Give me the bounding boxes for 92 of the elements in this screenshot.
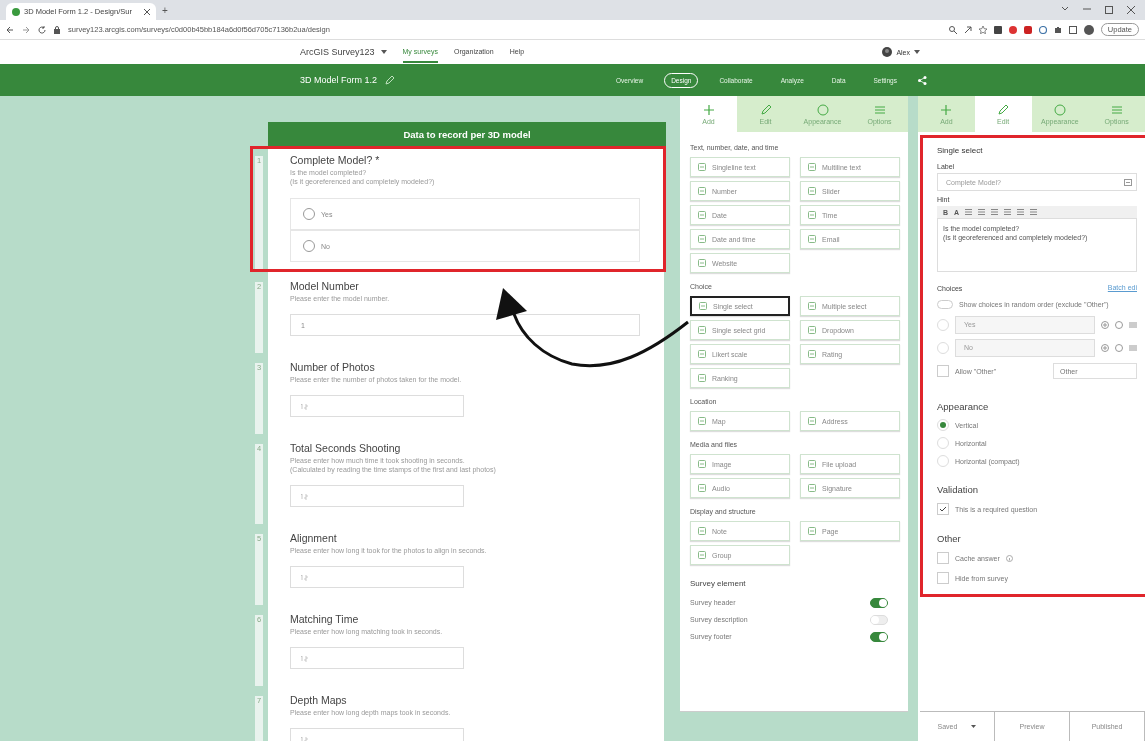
- square-icon: [698, 235, 706, 243]
- close-icon[interactable]: [144, 8, 150, 15]
- square-icon: [808, 302, 816, 310]
- circle-icon[interactable]: [1115, 343, 1123, 352]
- input-field[interactable]: [290, 395, 464, 417]
- square-icon: [698, 374, 706, 382]
- reload-icon[interactable]: [38, 25, 46, 34]
- square-icon: [698, 484, 706, 492]
- square-icon: [808, 326, 816, 334]
- circle-icon[interactable]: [1115, 320, 1123, 329]
- square-icon: [808, 527, 816, 535]
- back-icon[interactable]: [6, 25, 14, 34]
- square-icon: [698, 211, 706, 219]
- add-circle-icon[interactable]: [1101, 343, 1109, 352]
- circle-icon: [1053, 103, 1066, 116]
- square-icon: [698, 551, 706, 559]
- question-label: Alignment: [290, 532, 338, 544]
- toggle-switch[interactable]: [870, 597, 888, 608]
- square-icon: [698, 163, 706, 171]
- caret-icon: [971, 725, 977, 728]
- add-circle-icon[interactable]: [1101, 320, 1109, 329]
- maximize-icon[interactable]: [1105, 6, 1113, 14]
- section-title: Appearance: [937, 401, 990, 412]
- section-title: Survey element: [690, 579, 747, 588]
- square-icon: [808, 350, 816, 358]
- avatar-icon[interactable]: [1083, 24, 1094, 35]
- number-icon: [301, 654, 311, 662]
- list-icon[interactable]: [978, 209, 986, 215]
- plus-icon: [940, 103, 953, 116]
- square-icon: [698, 259, 706, 267]
- close-icon[interactable]: [1127, 6, 1135, 14]
- square-icon: [808, 187, 816, 195]
- share-icon[interactable]: [963, 25, 972, 34]
- question-label: Total Seconds Shooting: [290, 442, 402, 454]
- question-label: Number of Photos: [290, 361, 376, 373]
- section-title: Validation: [937, 484, 980, 495]
- input-field[interactable]: [290, 485, 464, 507]
- square-icon: [808, 211, 816, 219]
- square-icon: [698, 350, 706, 358]
- caret-icon: [380, 50, 387, 54]
- form-header: Data to record per 3D model: [268, 122, 666, 146]
- number-icon: [301, 735, 311, 741]
- pencil-icon: [759, 103, 772, 116]
- panel-title: Single select: [937, 146, 984, 155]
- minimize-icon[interactable]: [1083, 6, 1091, 12]
- square-icon: [808, 235, 816, 243]
- sliders-icon: [1110, 103, 1123, 116]
- number-icon: [301, 573, 311, 581]
- chevron-down-icon[interactable]: [1061, 6, 1069, 12]
- drag-handle-icon[interactable]: [1129, 320, 1137, 329]
- checkbox[interactable]: [937, 572, 949, 584]
- question-label: Complete Model? *: [290, 154, 381, 166]
- question-label: Depth Maps: [290, 694, 348, 706]
- square-icon: [808, 417, 816, 425]
- checkbox[interactable]: [937, 503, 949, 515]
- star-icon[interactable]: [978, 25, 987, 34]
- square-icon: [698, 417, 706, 425]
- question-label: Model Number: [290, 280, 360, 292]
- caret-icon: [914, 50, 920, 54]
- checkbox[interactable]: [937, 365, 949, 377]
- square-icon: [808, 460, 816, 468]
- checkmark-icon: [938, 504, 948, 514]
- info-icon[interactable]: [1005, 554, 1013, 562]
- circle-icon: [816, 103, 829, 116]
- new-tab-button[interactable]: +: [162, 4, 168, 16]
- square-icon: [808, 163, 816, 171]
- checkbox[interactable]: [937, 552, 949, 564]
- avatar-icon: [882, 47, 893, 57]
- list-icon[interactable]: [965, 209, 973, 215]
- pencil-icon[interactable]: [385, 75, 396, 85]
- square-icon: [698, 460, 706, 468]
- toggle-switch[interactable]: [870, 631, 888, 642]
- plus-icon: [702, 103, 715, 116]
- drag-handle-icon[interactable]: [1129, 343, 1137, 352]
- lock-icon: [54, 25, 60, 34]
- input-field[interactable]: [290, 566, 464, 588]
- square-icon: [698, 326, 706, 334]
- sliders-icon: [873, 103, 886, 116]
- square-icon: [698, 187, 706, 195]
- question-label: Matching Time: [290, 613, 360, 625]
- search-icon[interactable]: [948, 25, 957, 34]
- input-field[interactable]: [290, 647, 464, 669]
- pencil-icon: [997, 103, 1010, 116]
- forward-icon[interactable]: [22, 25, 30, 34]
- square-icon: [699, 302, 707, 310]
- square-icon: [698, 527, 706, 535]
- square-icon: [808, 484, 816, 492]
- number-icon: [301, 492, 311, 500]
- section-title: Other: [937, 533, 962, 544]
- product-menu[interactable]: ArcGIS Survey123: [300, 47, 387, 57]
- number-icon: [301, 402, 311, 410]
- survey-title: 3D Model Form 1.2: [300, 75, 378, 85]
